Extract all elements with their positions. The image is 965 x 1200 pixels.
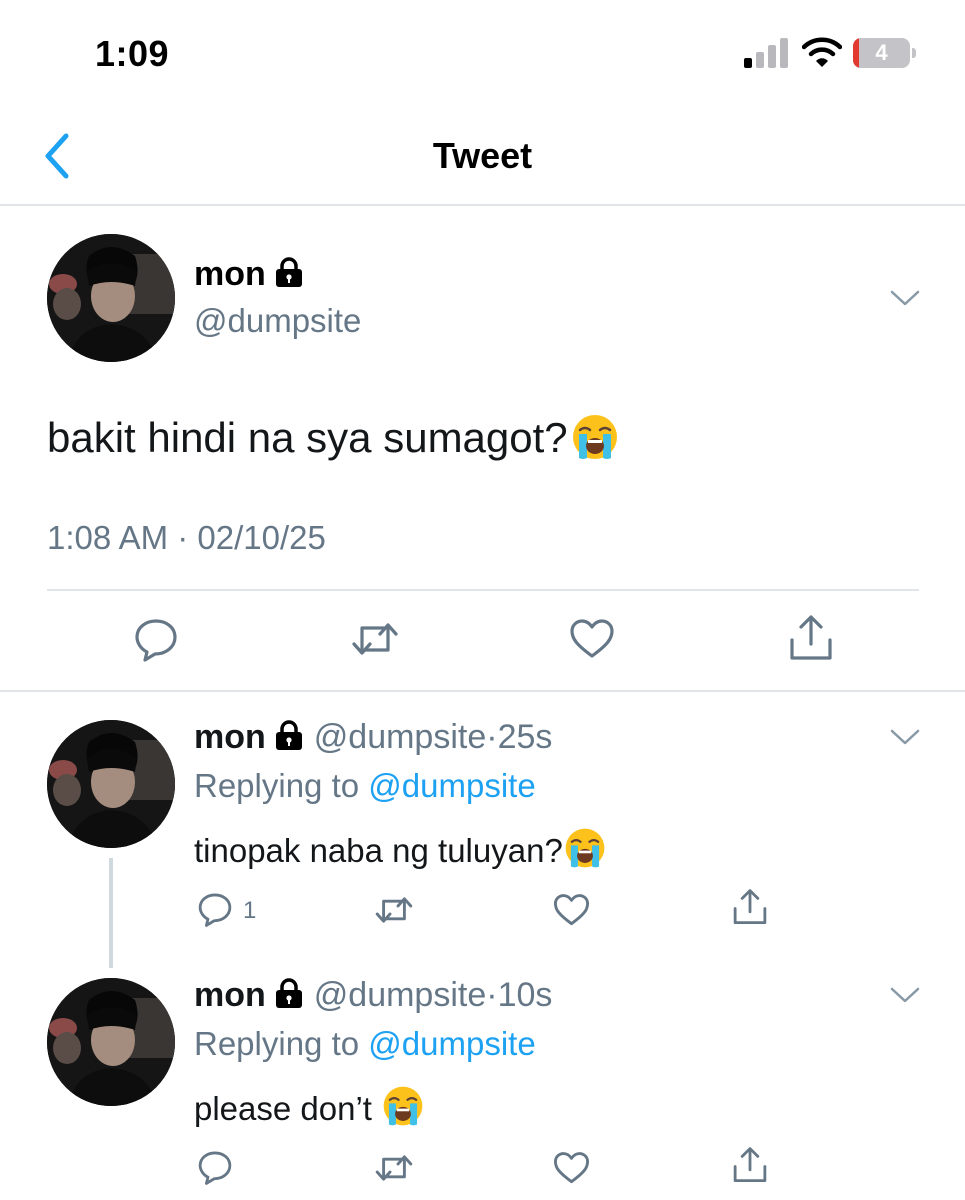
status-time: 1:09 xyxy=(95,33,170,74)
handle: @dumpsite xyxy=(194,302,362,339)
avatar[interactable] xyxy=(47,234,175,362)
reply-age: 25s xyxy=(497,718,553,756)
loudly-crying-face-icon xyxy=(383,1086,423,1126)
thread-line xyxy=(109,858,113,968)
handle: @dumpsite xyxy=(313,718,487,756)
chevron-down-icon[interactable] xyxy=(890,985,920,1005)
wifi-icon xyxy=(802,37,842,67)
replying-to-link[interactable]: @dumpsite xyxy=(368,767,535,804)
cellular-signal-icon xyxy=(744,38,788,68)
tweet-timestamp: 1:08 AM · 02/10/25 xyxy=(47,519,326,556)
reply-icon[interactable] xyxy=(133,616,179,662)
avatar-image xyxy=(47,234,175,362)
page-title: Tweet xyxy=(432,135,533,176)
avatar-image xyxy=(47,720,175,848)
tweet-text: bakit hindi na sya sumagot? xyxy=(47,412,620,462)
retweet-icon[interactable] xyxy=(374,1151,414,1185)
replying-to-link[interactable]: @dumpsite xyxy=(368,1025,535,1062)
retweet-icon[interactable] xyxy=(374,893,414,927)
tweet-actions xyxy=(0,612,965,668)
share-icon[interactable] xyxy=(732,1146,768,1184)
status-bar: 1:09 4 xyxy=(0,0,965,100)
display-name[interactable]: mon xyxy=(194,976,266,1014)
lock-icon xyxy=(275,720,302,750)
reply-header: mon @dumpsite·25s xyxy=(194,718,553,756)
reply-icon[interactable] xyxy=(197,1149,233,1185)
display-name[interactable]: mon xyxy=(194,718,266,756)
handle: @dumpsite xyxy=(313,976,487,1014)
loudly-crying-face-icon xyxy=(565,828,605,868)
loudly-crying-face-icon xyxy=(572,415,617,459)
reply-age: 10s xyxy=(497,976,553,1014)
reply-text: tinopak naba ng tuluyan? xyxy=(194,826,607,870)
lock-icon xyxy=(275,978,302,1008)
battery-icon: 4 xyxy=(853,38,917,68)
reply-header: mon @dumpsite·10s xyxy=(194,976,553,1014)
chevron-down-icon[interactable] xyxy=(890,288,920,308)
retweet-icon[interactable] xyxy=(350,618,400,660)
divider xyxy=(47,589,919,591)
reply-icon[interactable] xyxy=(197,891,233,927)
chevron-down-icon[interactable] xyxy=(890,727,920,747)
avatar[interactable] xyxy=(47,978,175,1106)
nav-bar: Tweet xyxy=(0,100,965,206)
battery-level: 4 xyxy=(875,40,888,65)
share-icon[interactable] xyxy=(788,614,834,662)
divider xyxy=(0,690,965,692)
lock-icon xyxy=(275,257,302,287)
reply-text: please don’t xyxy=(194,1084,425,1128)
like-icon[interactable] xyxy=(553,893,590,927)
avatar[interactable] xyxy=(47,720,175,848)
replying-to: Replying to @dumpsite xyxy=(194,767,536,804)
like-icon[interactable] xyxy=(569,618,615,660)
reply-count: 1 xyxy=(243,897,257,924)
display-name[interactable]: mon xyxy=(194,255,304,294)
share-icon[interactable] xyxy=(732,888,768,926)
replying-to: Replying to @dumpsite xyxy=(194,1025,536,1062)
like-icon[interactable] xyxy=(553,1151,590,1185)
avatar-image xyxy=(47,978,175,1106)
